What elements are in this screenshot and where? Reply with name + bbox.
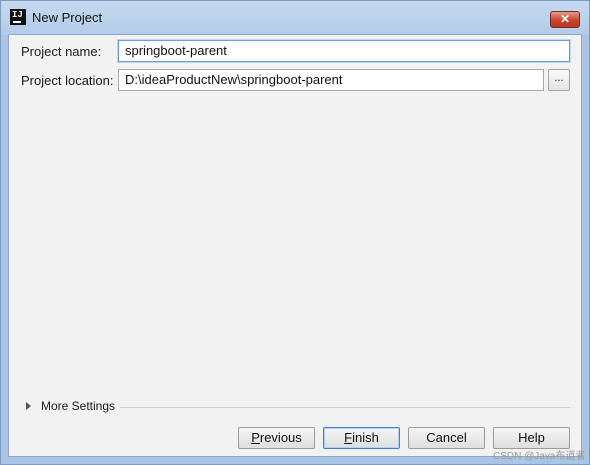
finish-button[interactable]: Finish <box>323 427 400 449</box>
dialog-content: Project name: springboot-parent Project … <box>8 34 582 457</box>
previous-label: revious <box>259 430 302 445</box>
separator <box>120 407 570 408</box>
expand-triangle-icon <box>26 402 31 410</box>
help-button[interactable]: Help <box>493 427 570 449</box>
more-settings-label: More Settings <box>41 399 116 413</box>
cancel-button[interactable]: Cancel <box>408 427 485 449</box>
project-location-input[interactable]: D:\ideaProductNew\springboot-parent <box>118 69 544 91</box>
finish-label: inish <box>352 430 379 445</box>
project-location-label: Project location: <box>21 73 114 88</box>
finish-mnemonic: F <box>344 430 353 445</box>
previous-mnemonic: P <box>251 430 260 445</box>
title-bar[interactable]: IJ New Project ✕ <box>1 1 589 35</box>
project-name-label: Project name: <box>21 44 102 59</box>
window-title: New Project <box>32 10 103 25</box>
close-button[interactable]: ✕ <box>550 11 580 28</box>
new-project-dialog: IJ New Project ✕ Project name: springboo… <box>0 0 590 465</box>
watermark: CSDN @Java布道者 <box>493 451 586 462</box>
intellij-icon: IJ <box>10 9 26 25</box>
previous-button[interactable]: Previous <box>238 427 315 449</box>
project-name-input[interactable]: springboot-parent <box>118 40 570 62</box>
browse-button[interactable]: ... <box>548 69 570 91</box>
